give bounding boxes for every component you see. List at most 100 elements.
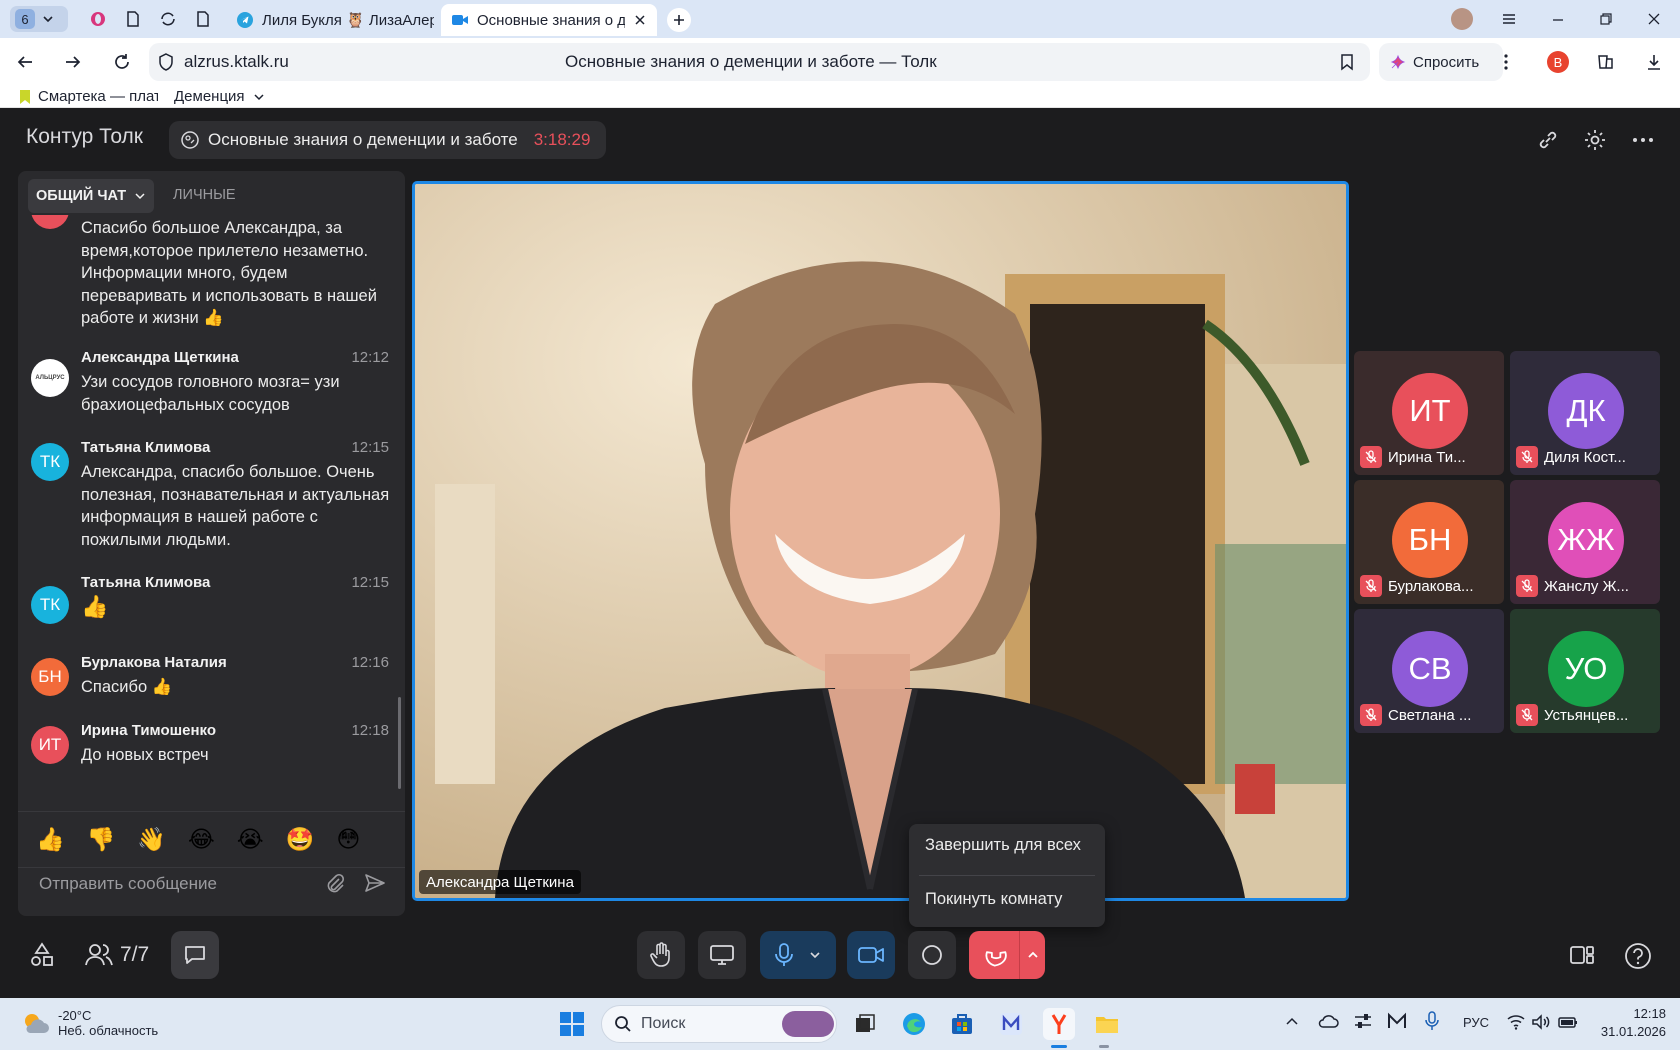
leave-room-option[interactable]: Покинуть комнату <box>925 890 1062 909</box>
new-tab-button[interactable] <box>667 8 691 32</box>
participant-tile[interactable]: СВ Светлана ... <box>1354 609 1504 733</box>
wifi-icon[interactable] <box>1506 1013 1526 1031</box>
reaction-laugh[interactable]: 😂 <box>188 826 215 853</box>
pinned-tab-sync-icon[interactable] <box>159 10 177 28</box>
windows-taskbar: -20°C Неб. облачность Поиск РУС 12:18 31… <box>0 998 1680 1050</box>
chevron-up-icon[interactable] <box>1284 1014 1300 1030</box>
reaction-thumbs-down[interactable]: 👎 <box>87 826 116 853</box>
help-icon[interactable] <box>1624 942 1652 970</box>
forward-icon[interactable] <box>59 48 87 76</box>
bookmark-icon[interactable] <box>1340 53 1354 71</box>
download-icon[interactable] <box>1640 48 1668 76</box>
restore-icon[interactable] <box>1592 5 1620 33</box>
pinned-tab-page-icon[interactable] <box>194 10 212 28</box>
participant-tile[interactable]: ИТ Ирина Ти... <box>1354 351 1504 475</box>
close-tab-icon[interactable] <box>633 13 647 27</box>
windows-start-icon[interactable] <box>556 1008 588 1040</box>
omnibox[interactable]: alzrus.ktalk.ru Основные знания о деменц… <box>149 43 1370 81</box>
avatar: БН <box>31 658 69 696</box>
volume-icon[interactable] <box>1531 1013 1551 1031</box>
end-for-all-option[interactable]: Завершить для всех <box>925 836 1081 855</box>
bookmarks-bar: Смартека — плат Деменция <box>0 86 1680 108</box>
camera-button[interactable] <box>847 931 895 979</box>
raise-hand-button[interactable] <box>637 931 685 979</box>
chat-toggle-button[interactable] <box>171 931 219 979</box>
message-input[interactable]: Отправить сообщение <box>39 874 217 894</box>
ktalk-app: Контур Толк Основные знания о деменции и… <box>0 109 1680 998</box>
apps-shapes-icon[interactable] <box>28 941 56 969</box>
pinned-tab-document-icon[interactable] <box>124 10 142 28</box>
meeting-title-pill[interactable]: Основные знания о деменции и заботе 3:18… <box>169 121 606 159</box>
participants-count: 7/7 <box>120 943 150 966</box>
microsoft-store-icon[interactable] <box>946 1008 978 1040</box>
more-menu-icon[interactable] <box>1631 128 1655 152</box>
weather-widget[interactable]: -20°C Неб. облачность <box>20 1008 158 1038</box>
more-options-icon[interactable] <box>1492 48 1520 76</box>
bookmark-smarteka[interactable]: Смартека — плат <box>18 88 158 105</box>
chevron-down-icon[interactable] <box>808 948 822 962</box>
edge-browser-icon[interactable] <box>898 1008 930 1040</box>
mic-muted-icon <box>1360 575 1382 597</box>
mic-muted-icon <box>1360 704 1382 726</box>
participants-button[interactable]: 7/7 <box>84 941 149 969</box>
chevron-down-icon <box>41 12 55 26</box>
participant-tile[interactable]: БН Бурлакова... <box>1354 480 1504 604</box>
clock[interactable]: 12:18 31.01.2026 <box>1596 1006 1666 1039</box>
chevron-down-icon <box>253 91 265 103</box>
main-video-frame[interactable]: Александра Щеткина <box>412 181 1349 901</box>
tab-general-chat[interactable]: ОБЩИЙ ЧАТ <box>28 179 154 213</box>
settings-gear-icon[interactable] <box>1583 128 1607 152</box>
ask-ai-button[interactable]: Спросить <box>1379 43 1503 81</box>
end-call-button[interactable] <box>969 931 1045 979</box>
participant-name: Светлана ... <box>1388 706 1472 724</box>
participant-tile[interactable]: ЖЖ Жанслу Ж... <box>1510 480 1660 604</box>
account-avatar[interactable] <box>1451 8 1473 30</box>
close-window-icon[interactable] <box>1640 5 1668 33</box>
plus-icon <box>672 13 686 27</box>
participant-tile[interactable]: ДК Диля Кост... <box>1510 351 1660 475</box>
minimize-icon[interactable] <box>1544 5 1572 33</box>
layout-toggle-icon[interactable] <box>1569 943 1595 967</box>
task-view-icon[interactable] <box>849 1008 881 1040</box>
microphone-tray-icon[interactable] <box>1424 1011 1440 1031</box>
tab-private-chat[interactable]: ЛИЧНЫЕ <box>173 187 236 203</box>
reload-icon[interactable] <box>108 48 136 76</box>
profile-badge[interactable]: В <box>1547 51 1569 73</box>
microphone-button[interactable] <box>760 931 836 979</box>
bookmark-folder-dementia[interactable]: Деменция <box>174 88 265 105</box>
participant-tile[interactable]: УО Устьянцев... <box>1510 609 1660 733</box>
menu-divider <box>919 875 1095 876</box>
sliders-icon[interactable] <box>1353 1012 1373 1030</box>
input-language[interactable]: РУС <box>1463 1015 1489 1030</box>
tab-ktalk-active[interactable]: Основные знания о деменции и заботе — То… <box>441 4 657 36</box>
pinned-tab-opera-icon[interactable] <box>89 10 107 28</box>
back-icon[interactable] <box>11 48 39 76</box>
yandex-browser-icon[interactable] <box>1043 1008 1075 1040</box>
reaction-cry[interactable]: 😭 <box>237 826 264 853</box>
reaction-thumbs-up[interactable]: 👍 <box>36 826 65 853</box>
send-icon[interactable] <box>364 873 386 893</box>
tab-telegram[interactable]: Лиля Букля 🦉 ЛизаАлер <box>226 4 434 36</box>
attach-paperclip-icon[interactable] <box>325 872 345 894</box>
app-m-icon[interactable] <box>995 1008 1027 1040</box>
cloud-icon[interactable] <box>1317 1012 1339 1030</box>
chevron-up-icon[interactable] <box>1019 931 1045 979</box>
messages-list[interactable]: ИТ Спасибо большое Александра, за время,… <box>18 215 405 850</box>
browser-menu-icon[interactable] <box>1495 5 1523 33</box>
avatar: ТК <box>31 443 69 481</box>
extensions-icon[interactable] <box>1592 48 1620 76</box>
copy-link-icon[interactable] <box>1536 128 1560 152</box>
message-text: Спасибо 👍 <box>81 678 173 696</box>
battery-icon[interactable] <box>1557 1013 1579 1031</box>
taskbar-search[interactable]: Поиск <box>601 1005 837 1043</box>
reaction-wave[interactable]: 👋 <box>137 826 166 853</box>
tray-m-icon[interactable] <box>1387 1012 1407 1030</box>
tab-group-switcher[interactable]: 6 <box>10 6 68 32</box>
chat-scrollbar[interactable] <box>398 697 401 789</box>
reaction-star-eyes[interactable]: 🤩 <box>286 826 315 853</box>
reaction-flushed[interactable]: 😳 <box>336 826 360 853</box>
file-explorer-icon[interactable] <box>1091 1008 1123 1040</box>
screen-share-button[interactable] <box>698 931 746 979</box>
participant-avatar: БН <box>1392 502 1468 578</box>
record-button[interactable] <box>908 931 956 979</box>
